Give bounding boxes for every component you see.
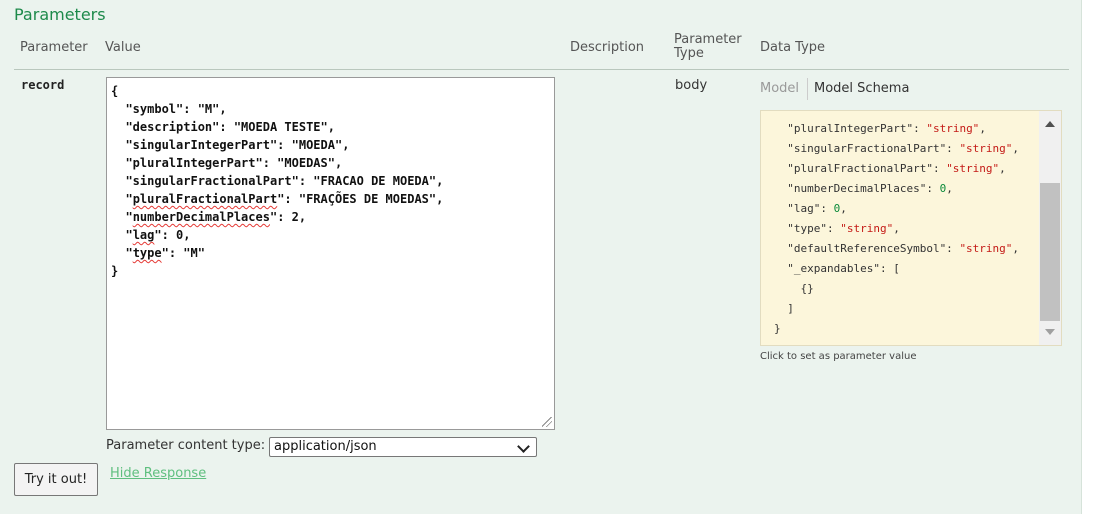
schema-hint: Click to set as parameter value (760, 351, 917, 362)
header-divider (14, 69, 1069, 70)
chevron-down-icon (517, 440, 530, 453)
section-title: Parameters (14, 5, 106, 24)
resize-handle-icon[interactable] (542, 417, 552, 427)
parameter-name: record (21, 78, 65, 92)
scrollbar-thumb[interactable] (1040, 183, 1060, 321)
header-value: Value (105, 40, 141, 55)
model-schema-box[interactable]: "pluralIntegerPart": "string", "singular… (760, 110, 1062, 346)
header-parameter-type: Parameter Type (674, 33, 754, 61)
body-value-text[interactable]: { "symbol": "M", "description": "MOEDA T… (107, 78, 554, 280)
parameters-panel: Parameters Parameter Value Description P… (0, 0, 1082, 514)
content-type-label: Parameter content type: (106, 438, 266, 453)
parameter-type-value: body (675, 78, 708, 93)
tab-model-schema[interactable]: Model Schema (814, 81, 909, 96)
scroll-up-icon[interactable] (1045, 121, 1055, 127)
header-parameter: Parameter (20, 40, 88, 55)
try-it-out-button[interactable]: Try it out! (14, 463, 98, 496)
header-parameter-type-line1: Parameter (674, 32, 742, 47)
model-schema-code[interactable]: "pluralIntegerPart": "string", "singular… (774, 111, 1019, 339)
header-parameter-type-line2: Type (674, 46, 704, 61)
tab-model[interactable]: Model (760, 81, 799, 96)
header-data-type: Data Type (760, 40, 826, 55)
header-description: Description (570, 40, 645, 55)
scroll-down-icon[interactable] (1045, 329, 1055, 335)
content-type-selected: application/json (274, 439, 377, 454)
tab-divider (807, 78, 808, 100)
schema-scrollbar[interactable] (1039, 111, 1061, 345)
body-value-textarea[interactable]: { "symbol": "M", "description": "MOEDA T… (106, 77, 555, 430)
content-type-select[interactable]: application/json (269, 437, 537, 457)
hide-response-link[interactable]: Hide Response (110, 466, 206, 481)
